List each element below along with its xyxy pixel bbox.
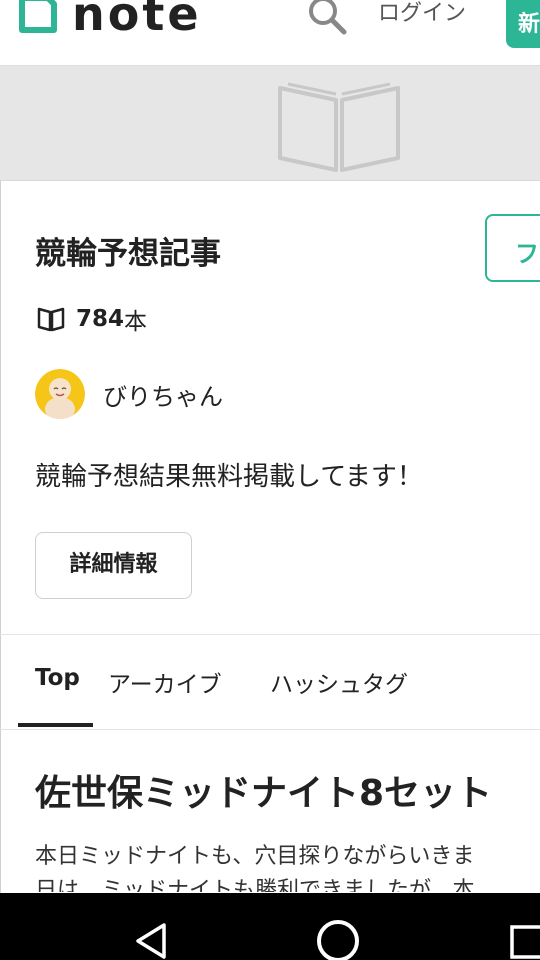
- follow-button[interactable]: フ: [485, 214, 540, 282]
- magazine-description: 競輪予想結果無料掲載してます！: [35, 462, 423, 492]
- avatar[interactable]: [35, 369, 85, 419]
- android-nav-bar: [0, 893, 540, 960]
- divider: [0, 729, 540, 730]
- note-logo[interactable]: note: [16, 0, 202, 41]
- register-button[interactable]: 新: [506, 0, 540, 48]
- book-icon: [37, 307, 65, 332]
- page: note ログイン 新 競輪予想記事 フ 784 本 びりちゃん 競輪予想結果無…: [0, 0, 540, 960]
- tab-bar: Top アーカイブ ハッシュタグ: [0, 635, 540, 729]
- search-icon[interactable]: [306, 0, 348, 36]
- article-excerpt-line: 本日ミッドナイトも、穴目探りながらいきま: [35, 844, 475, 869]
- article-count-number: 784: [76, 306, 125, 332]
- detail-info-button[interactable]: 詳細情報: [35, 532, 192, 599]
- recent-apps-icon[interactable]: [508, 923, 540, 960]
- tab-top[interactable]: Top: [35, 665, 80, 691]
- article-excerpt[interactable]: 本日ミッドナイトも、穴目探りながらいきま 日は、ミッドナイトも勝利できましたが、…: [35, 840, 540, 892]
- logo-text: note: [72, 0, 202, 41]
- note-logo-icon: [19, 0, 57, 33]
- magazine-title: 競輪予想記事: [35, 236, 221, 272]
- author-name[interactable]: びりちゃん: [103, 377, 223, 412]
- article-count-unit: 本: [124, 309, 148, 335]
- article-excerpt-line: 日は、ミッドナイトも勝利できましたが、本: [35, 878, 475, 892]
- tab-hashtag[interactable]: ハッシュタグ: [270, 665, 408, 699]
- header: note ログイン 新: [0, 0, 540, 66]
- article-title[interactable]: 佐世保ミッドナイト8セット: [35, 764, 492, 816]
- home-icon[interactable]: [314, 917, 362, 960]
- open-book-icon: [278, 82, 400, 172]
- magazine-banner: [0, 66, 540, 181]
- article-count: 784 本: [36, 302, 147, 336]
- back-icon[interactable]: [132, 921, 170, 960]
- login-link[interactable]: ログイン: [378, 0, 466, 28]
- active-tab-indicator: [18, 723, 93, 727]
- left-edge-border: [0, 66, 1, 893]
- author[interactable]: びりちゃん: [35, 369, 223, 419]
- tab-archive[interactable]: アーカイブ: [108, 665, 222, 699]
